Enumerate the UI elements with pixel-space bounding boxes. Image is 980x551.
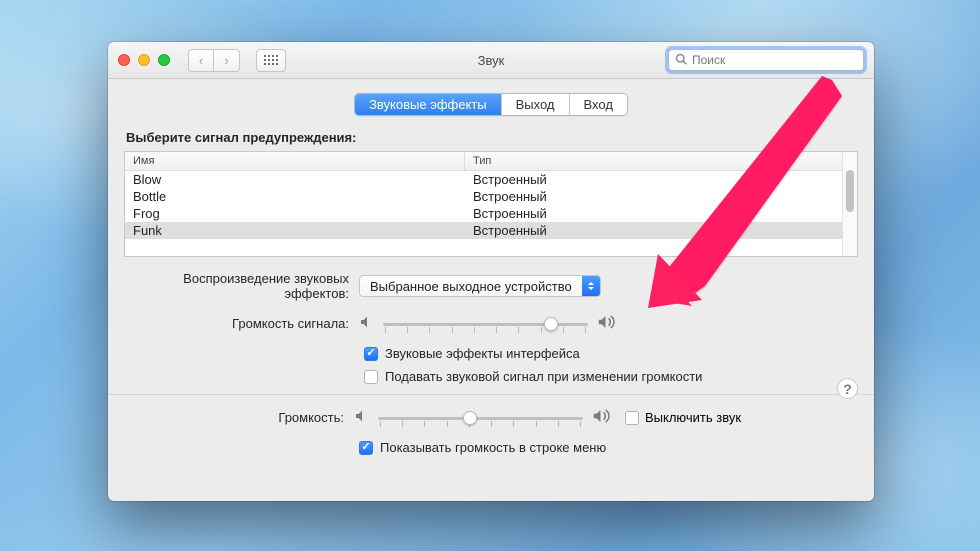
alert-sound-table: Имя Тип Blow Встроенный Bottle Встроенны… — [124, 151, 858, 257]
chevron-left-icon: ‹ — [199, 53, 203, 68]
table-row[interactable]: Frog Встроенный — [125, 205, 842, 222]
search-icon — [675, 53, 687, 68]
table-header: Имя Тип — [125, 152, 842, 171]
volume-feedback-check-row[interactable]: Подавать звуковой сигнал при изменении г… — [364, 369, 858, 384]
help-button[interactable]: ? — [837, 378, 858, 399]
menu-bar-check-row[interactable]: Показывать громкость в строке меню — [359, 440, 858, 455]
close-button[interactable] — [118, 54, 130, 66]
speaker-high-icon — [596, 313, 618, 334]
forward-button[interactable]: › — [214, 49, 240, 72]
ui-effects-label: Звуковые эффекты интерфейса — [385, 346, 580, 361]
effects-output-label: Воспроизведение звуковых эффектов: — [124, 271, 349, 301]
mute-check-row[interactable]: Выключить звук — [625, 410, 741, 425]
checkbox-icon — [364, 347, 378, 361]
minimize-button[interactable] — [138, 54, 150, 66]
menu-bar-label: Показывать громкость в строке меню — [380, 440, 606, 455]
tab-bar: Звуковые эффекты Выход Вход — [354, 93, 628, 116]
tab-sound-effects[interactable]: Звуковые эффекты — [355, 94, 502, 115]
effects-output-dropdown[interactable]: Выбранное выходное устройство — [359, 275, 601, 297]
dropdown-value: Выбранное выходное устройство — [360, 279, 582, 294]
chevron-right-icon: › — [224, 53, 228, 68]
alert-volume-slider[interactable] — [383, 314, 588, 334]
scrollbar[interactable] — [842, 152, 857, 256]
show-all-button[interactable] — [256, 49, 286, 72]
search-input[interactable] — [692, 53, 857, 67]
mute-label: Выключить звук — [645, 410, 741, 425]
table-row[interactable]: Funk Встроенный — [125, 222, 842, 239]
grid-icon — [264, 55, 278, 65]
col-name[interactable]: Имя — [125, 152, 465, 170]
tab-output[interactable]: Выход — [502, 94, 570, 115]
chevron-updown-icon — [582, 276, 600, 296]
alert-volume-label: Громкость сигнала: — [124, 316, 349, 331]
preferences-window: ‹ › Звук Звуковые эффекты Выход Вход — [108, 42, 874, 501]
checkbox-icon — [625, 411, 639, 425]
volume-feedback-label: Подавать звуковой сигнал при изменении г… — [385, 369, 702, 384]
nav-buttons: ‹ › — [188, 49, 240, 72]
zoom-button[interactable] — [158, 54, 170, 66]
speaker-high-icon — [591, 407, 613, 428]
speaker-low-icon — [354, 408, 370, 427]
search-field[interactable] — [668, 49, 864, 71]
divider — [108, 394, 874, 395]
speaker-low-icon — [359, 314, 375, 333]
checkbox-icon — [364, 370, 378, 384]
ui-effects-check-row[interactable]: Звуковые эффекты интерфейса — [364, 346, 858, 361]
output-volume-label: Громкость: — [124, 410, 344, 425]
col-type[interactable]: Тип — [465, 152, 842, 170]
output-volume-slider[interactable] — [378, 408, 583, 428]
alert-heading: Выберите сигнал предупреждения: — [126, 130, 858, 145]
table-row[interactable]: Blow Встроенный — [125, 171, 842, 188]
back-button[interactable]: ‹ — [188, 49, 214, 72]
scrollbar-thumb[interactable] — [846, 170, 854, 212]
table-row[interactable]: Bottle Встроенный — [125, 188, 842, 205]
window-controls — [118, 54, 170, 66]
checkbox-icon — [359, 441, 373, 455]
tab-input[interactable]: Вход — [570, 94, 627, 115]
titlebar: ‹ › Звук — [108, 42, 874, 79]
